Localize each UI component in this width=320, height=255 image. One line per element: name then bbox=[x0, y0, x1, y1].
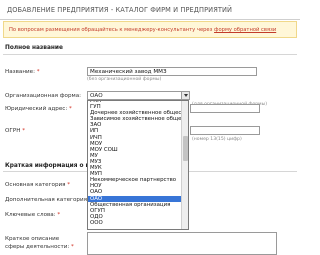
page-header: ДОБАВЛЕНИЕ ПРЕДПРИЯТИЯ - КАТАЛОГ ФИРМ И … bbox=[0, 0, 300, 20]
required-mark: * bbox=[22, 128, 25, 134]
required-mark: * bbox=[57, 212, 61, 218]
name-label: Название: * bbox=[5, 69, 40, 75]
notice-message: По вопросам размещения обращайтесь к мен… bbox=[9, 27, 213, 33]
ogrn-label: ОГРН * bbox=[5, 128, 25, 134]
dropdown-options: ГКП ГУП Дочернее хозяйственное общество Зав… bbox=[88, 101, 188, 226]
ogrn-input[interactable] bbox=[190, 126, 260, 135]
description-label-line2: сферы деятельности: * bbox=[5, 244, 74, 250]
org-form-dropdown-list[interactable]: ГКП ГУП Дочернее хозяйственное общество Зав… bbox=[87, 100, 189, 230]
name-input-value: Механический завод ММЗ bbox=[90, 69, 167, 75]
required-mark: * bbox=[71, 244, 74, 250]
section-divider bbox=[3, 54, 297, 55]
required-mark: * bbox=[69, 106, 72, 112]
feedback-link[interactable]: форму обратной связи bbox=[214, 27, 276, 33]
chevron-down-icon[interactable] bbox=[181, 92, 189, 99]
notice-box: По вопросам размещения обращайтесь к мен… bbox=[3, 21, 297, 38]
org-form-value: ОАО bbox=[90, 93, 103, 99]
name-hint: (без организационной формы) bbox=[87, 77, 162, 82]
name-input[interactable]: Механический завод ММЗ bbox=[87, 67, 257, 76]
description-label-line2-text: сферы деятельности: bbox=[5, 244, 70, 250]
org-form-label: Организационная форма: bbox=[5, 93, 82, 99]
category-label: Основная категория * bbox=[5, 182, 70, 188]
org-form-select[interactable]: ОАО bbox=[87, 91, 190, 100]
legal-address-label-text: Юридический адрес: bbox=[5, 106, 68, 112]
required-mark: * bbox=[67, 182, 71, 188]
scrollbar-thumb[interactable] bbox=[183, 136, 188, 161]
dropdown-option[interactable]: Зависимое хозяйственное общество bbox=[88, 116, 188, 122]
legal-address-input[interactable] bbox=[190, 104, 260, 113]
page-title: ДОБАВЛЕНИЕ ПРЕДПРИЯТИЯ - КАТАЛОГ ФИРМ И … bbox=[7, 6, 233, 14]
description-label-line1: Краткое описание bbox=[5, 236, 60, 242]
notice-text: По вопросам размещения обращайтесь к мен… bbox=[9, 27, 276, 33]
legal-address-label: Юридический адрес: * bbox=[5, 106, 72, 112]
keywords-label: Ключевые слова: * bbox=[5, 212, 60, 218]
extra-category-label: Дополнительная категория bbox=[5, 197, 87, 203]
ogrn-hint: (номер 13(15) цифр) bbox=[192, 137, 242, 142]
description-textarea[interactable] bbox=[87, 232, 277, 255]
dropdown-option[interactable]: Некоммерческое партнерство bbox=[88, 177, 188, 183]
required-mark: * bbox=[36, 69, 40, 75]
keywords-label-text: Ключевые слова: bbox=[5, 212, 56, 218]
section-title-full-name: Полное название bbox=[5, 45, 63, 51]
ogrn-label-text: ОГРН bbox=[5, 128, 21, 134]
name-label-text: Название: bbox=[5, 69, 35, 75]
category-label-text: Основная категория bbox=[5, 182, 66, 188]
dropdown-scrollbar[interactable] bbox=[181, 101, 188, 229]
dropdown-option[interactable]: ООО bbox=[88, 220, 188, 226]
